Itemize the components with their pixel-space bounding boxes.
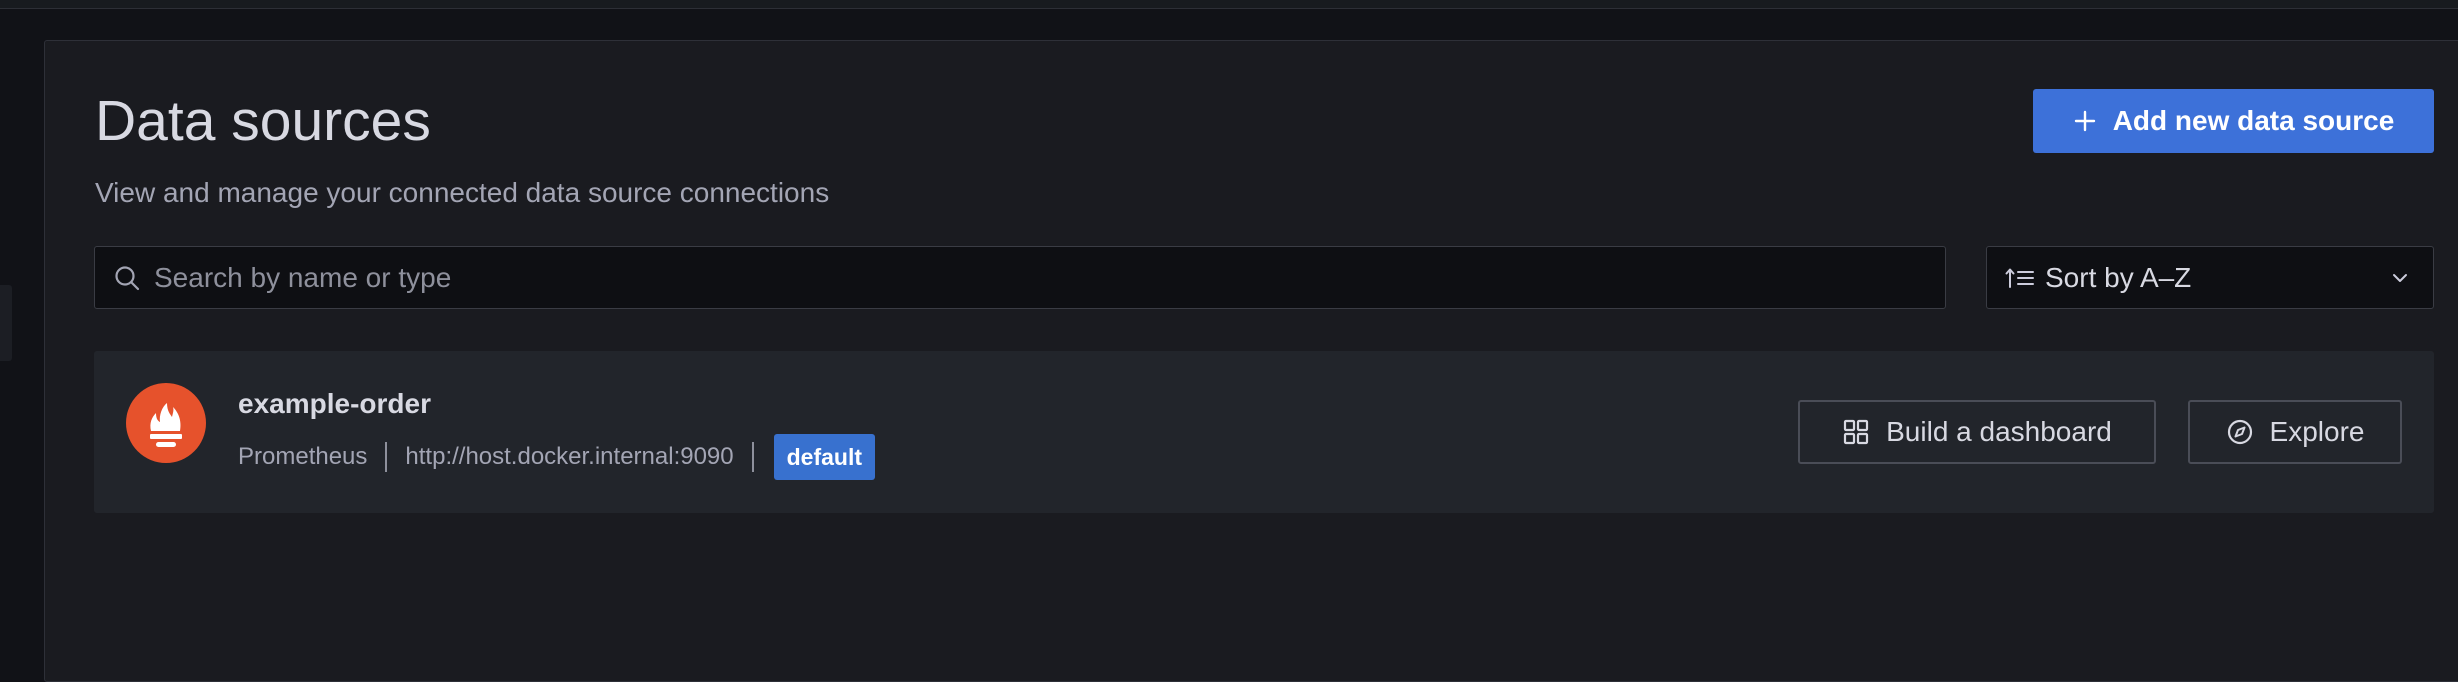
explore-label: Explore	[2269, 416, 2365, 447]
apps-grid-icon	[1842, 418, 1870, 446]
page-title: Data sources	[95, 89, 431, 153]
build-dashboard-button[interactable]: Build a dashboard	[1798, 400, 2156, 464]
side-nav-rail	[0, 9, 44, 644]
datasource-meta: Prometheus http://host.docker.internal:9…	[238, 434, 876, 480]
top-bar	[0, 0, 2458, 9]
datasource-name[interactable]: example-order	[238, 387, 431, 421]
search-field[interactable]	[94, 246, 1946, 309]
compass-icon	[2226, 418, 2254, 446]
meta-separator	[385, 442, 388, 472]
default-badge: default	[773, 434, 876, 480]
side-nav-active-marker	[0, 285, 12, 361]
chevron-down-icon	[2389, 267, 2411, 289]
page-subtitle: View and manage your connected data sour…	[95, 177, 830, 208]
prometheus-logo-icon	[126, 383, 206, 463]
sort-select-value: Sort by A–Z	[2045, 261, 2192, 293]
add-new-data-source-button[interactable]: Add new data source	[2033, 89, 2434, 153]
plus-icon	[2073, 109, 2097, 133]
datasource-type: Prometheus	[238, 443, 368, 470]
search-input[interactable]	[152, 246, 1945, 309]
sort-ascending-icon	[2005, 265, 2035, 291]
datasource-url: http://host.docker.internal:9090	[405, 443, 734, 470]
search-icon	[112, 263, 142, 293]
build-dashboard-label: Build a dashboard	[1886, 416, 2112, 447]
meta-separator	[751, 442, 754, 472]
sort-select[interactable]: Sort by A–Z	[1986, 246, 2434, 309]
explore-button[interactable]: Explore	[2188, 400, 2402, 464]
add-new-data-source-label: Add new data source	[2112, 105, 2395, 136]
